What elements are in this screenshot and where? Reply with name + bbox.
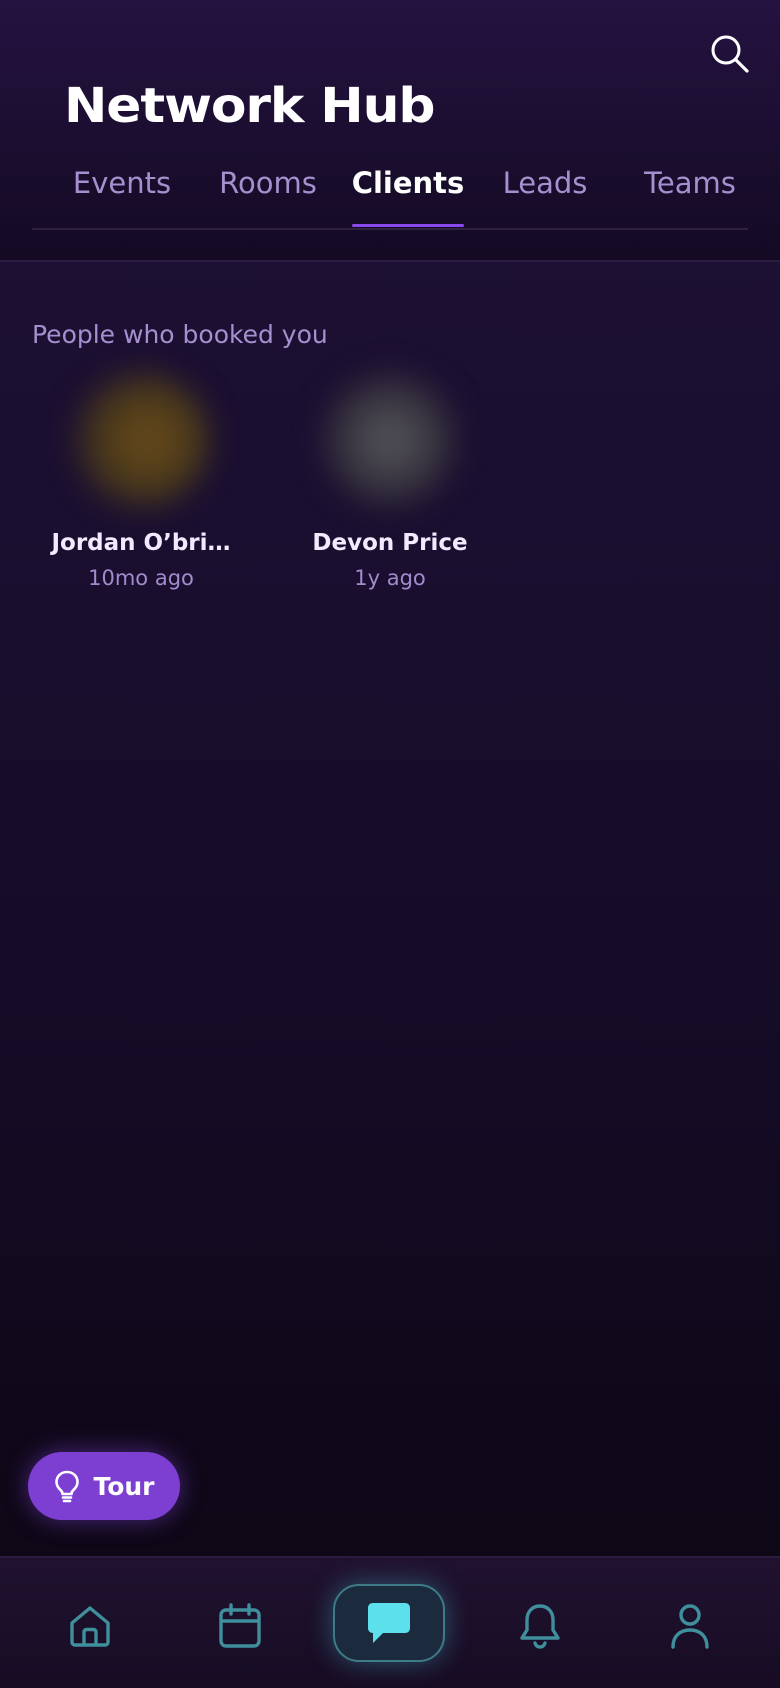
section-title: People who booked you bbox=[32, 320, 328, 349]
tab-leads[interactable]: Leads bbox=[492, 160, 598, 230]
client-time: 1y ago bbox=[354, 566, 426, 590]
chat-icon bbox=[368, 1603, 410, 1643]
nav-profile[interactable] bbox=[650, 1586, 730, 1666]
nav-chat[interactable] bbox=[333, 1584, 445, 1662]
app-header: Network Hub Events Rooms Clients Leads T… bbox=[0, 0, 780, 262]
avatar bbox=[320, 370, 460, 510]
calendar-icon bbox=[219, 1603, 261, 1648]
tab-rooms[interactable]: Rooms bbox=[204, 160, 332, 230]
lightbulb-icon bbox=[55, 1470, 80, 1503]
user-icon bbox=[671, 1604, 709, 1649]
app-title: Network Hub bbox=[64, 78, 436, 134]
tour-button[interactable]: Tour bbox=[28, 1452, 180, 1520]
nav-calendar[interactable] bbox=[200, 1586, 280, 1666]
active-tab-indicator bbox=[352, 224, 464, 227]
client-card[interactable]: Devon Price 1y ago bbox=[280, 370, 500, 600]
client-time: 10mo ago bbox=[88, 566, 194, 590]
home-icon bbox=[70, 1606, 110, 1647]
search-icon bbox=[711, 35, 749, 73]
nav-notifications[interactable] bbox=[500, 1586, 580, 1666]
nav-home[interactable] bbox=[50, 1586, 130, 1666]
bell-icon bbox=[520, 1604, 560, 1649]
client-name: Jordan O’bri… bbox=[51, 530, 231, 556]
avatar bbox=[71, 370, 211, 510]
search-button[interactable] bbox=[704, 28, 756, 80]
tab-teams[interactable]: Teams bbox=[632, 160, 748, 230]
tab-events[interactable]: Events bbox=[62, 160, 182, 230]
tab-bar: Events Rooms Clients Leads Teams bbox=[32, 160, 748, 230]
tour-label: Tour bbox=[93, 1471, 155, 1501]
tab-clients[interactable]: Clients bbox=[352, 160, 465, 230]
bottom-nav bbox=[0, 1556, 780, 1688]
client-name: Devon Price bbox=[312, 530, 468, 556]
client-card[interactable]: Jordan O’bri… 10mo ago bbox=[31, 370, 251, 600]
